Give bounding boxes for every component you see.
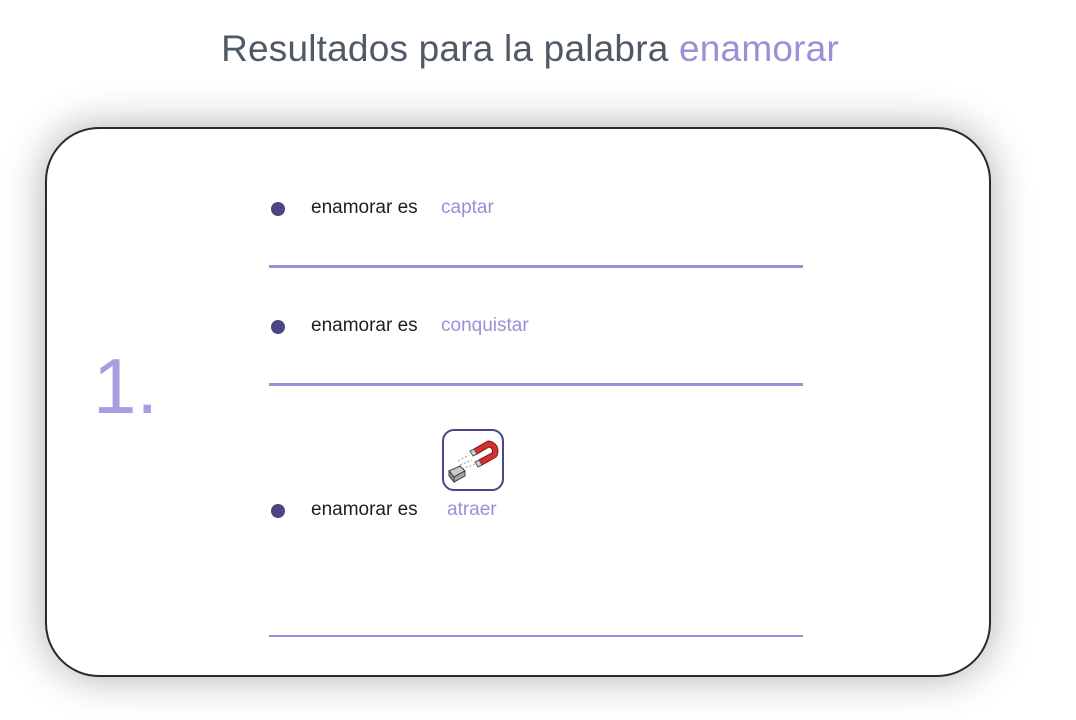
page: Resultados para la palabra enamorar 1. e…: [0, 0, 1076, 720]
bullet-icon: [271, 320, 285, 334]
item-divider: [269, 265, 803, 268]
synonym-link-conquistar[interactable]: conquistar: [441, 315, 529, 337]
searched-word: enamorar: [678, 28, 839, 69]
item-divider: [269, 383, 803, 386]
page-title: Resultados para la palabra enamorar: [0, 28, 1060, 70]
item-prefix: enamorar es: [311, 315, 418, 336]
magnet-icon: [448, 440, 499, 484]
bullet-icon: [271, 202, 285, 216]
synonym-link-captar[interactable]: captar: [441, 197, 494, 219]
bullet-icon: [271, 504, 285, 518]
item-prefix: enamorar es: [311, 499, 418, 520]
magnet-picture[interactable]: [442, 429, 504, 491]
result-number: 1.: [93, 342, 159, 430]
item-prefix: enamorar es: [311, 197, 418, 218]
page-title-prefix: Resultados para la palabra: [221, 28, 669, 69]
result-card: 1. enamorar es captar enamorar es conqui…: [45, 127, 991, 677]
synonym-link-atraer[interactable]: atraer: [447, 499, 497, 521]
item-divider: [269, 635, 803, 637]
